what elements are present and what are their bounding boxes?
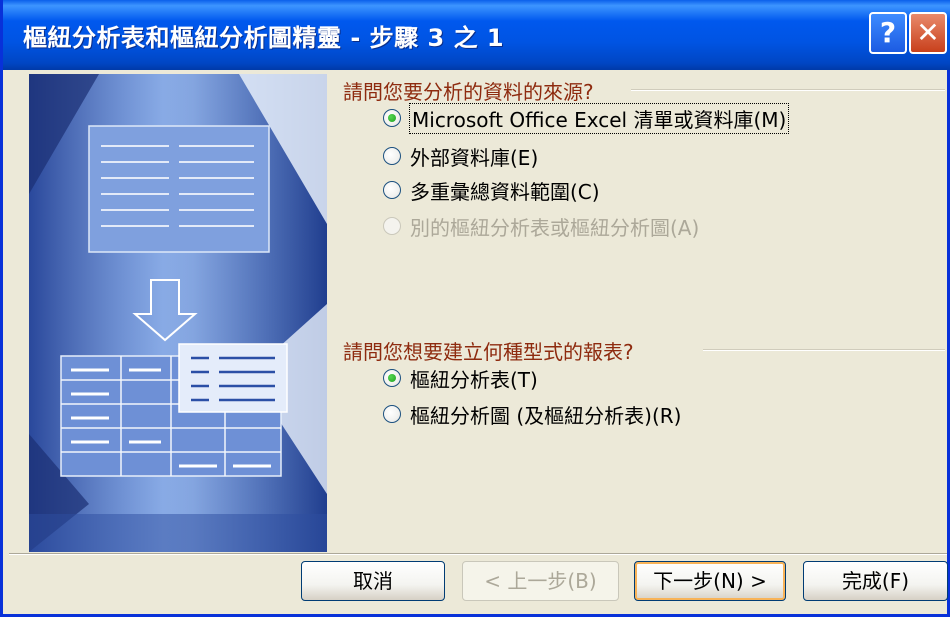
help-button[interactable]: ?: [869, 12, 907, 54]
radio-source-multiple-ranges[interactable]: 多重彙總資料範圍(C): [383, 176, 600, 204]
radio-button-icon[interactable]: [383, 181, 401, 199]
radio-selected-dot-icon: [388, 114, 396, 122]
radio-label: 別的樞紐分析表或樞紐分析圖(A): [410, 215, 700, 240]
radio-button-icon[interactable]: [383, 147, 401, 165]
report-group-divider: [703, 349, 945, 351]
wizard-dialog: 樞紐分析表和樞紐分析圖精靈 - 步驟 3 之 1 ? ✕ 請問您要分析的資料的來…: [0, 0, 950, 617]
help-icon: ?: [879, 16, 897, 49]
back-button: < 上一步(B): [462, 561, 619, 601]
wizard-illustration: [29, 74, 327, 552]
radio-label: Microsoft Office Excel 清單或資料庫(M): [408, 102, 790, 134]
radio-report-pivot-table[interactable]: 樞紐分析表(T): [383, 364, 538, 392]
radio-label: 樞紐分析表(T): [410, 367, 538, 392]
radio-source-other-pivot: 別的樞紐分析表或樞紐分析圖(A): [383, 212, 699, 240]
button-separator: [9, 553, 947, 555]
close-button[interactable]: ✕: [909, 12, 947, 54]
next-button[interactable]: 下一步(N) >: [634, 561, 786, 601]
cancel-button[interactable]: 取消: [301, 561, 445, 601]
radio-label: 外部資料庫(E): [410, 145, 539, 170]
finish-button[interactable]: 完成(F): [803, 561, 948, 601]
radio-report-pivot-chart[interactable]: 樞紐分析圖 (及樞紐分析表)(R): [383, 400, 681, 428]
radio-button-icon[interactable]: [383, 369, 401, 387]
close-icon: ✕: [916, 16, 940, 49]
radio-selected-dot-icon: [388, 374, 396, 382]
radio-button-icon[interactable]: [383, 405, 401, 423]
radio-button-icon: [383, 217, 401, 235]
window-title: 樞紐分析表和樞紐分析圖精靈 - 步驟 3 之 1: [23, 24, 505, 52]
pivot-wizard-art-icon: [29, 74, 327, 552]
source-group-divider: [631, 89, 945, 91]
report-group-label: 請問您想要建立何種型式的報表?: [343, 336, 640, 365]
radio-button-icon[interactable]: [383, 109, 401, 127]
radio-label: 樞紐分析圖 (及樞紐分析表)(R): [410, 403, 682, 428]
radio-source-external-db[interactable]: 外部資料庫(E): [383, 142, 538, 170]
radio-source-excel-list[interactable]: Microsoft Office Excel 清單或資料庫(M): [383, 102, 790, 134]
radio-label: 多重彙總資料範圍(C): [410, 179, 600, 204]
source-group-label: 請問您要分析的資料的來源?: [343, 76, 600, 105]
title-bar[interactable]: 樞紐分析表和樞紐分析圖精靈 - 步驟 3 之 1 ? ✕: [3, 0, 950, 70]
